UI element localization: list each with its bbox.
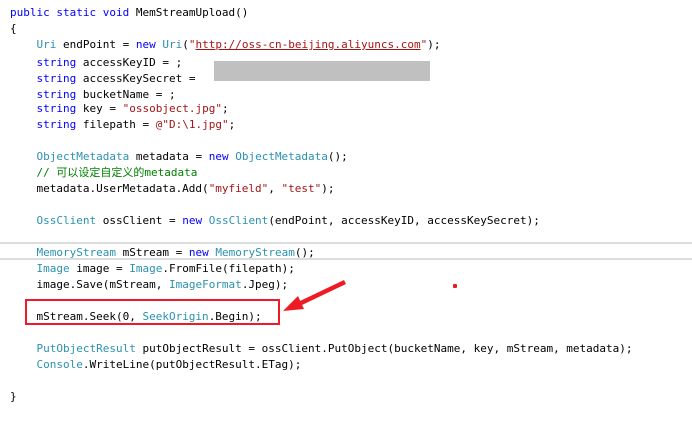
- code-token: image.Save(mStream,: [10, 278, 169, 291]
- code-token: [10, 88, 37, 101]
- red-highlight-box: [25, 299, 280, 325]
- code-token: [10, 72, 37, 85]
- code-token: [10, 38, 37, 51]
- code-token: accessKeySecret =: [76, 72, 202, 85]
- code-token: ;: [169, 88, 176, 101]
- code-token: new: [209, 150, 229, 163]
- code-token: Image: [129, 262, 162, 275]
- red-dot-marker: [453, 284, 457, 288]
- code-token: OssClient: [209, 214, 269, 227]
- code-token: ;: [222, 102, 229, 115]
- code-token: ImageFormat: [169, 278, 242, 291]
- code-token: OssClient: [37, 214, 97, 227]
- code-line[interactable]: OssClient ossClient = new OssClient(endP…: [10, 213, 633, 229]
- code-token: MemoryStream: [37, 246, 116, 259]
- code-line[interactable]: [10, 197, 633, 213]
- code-token: [10, 102, 37, 115]
- code-token: }: [10, 390, 17, 403]
- code-editor-viewport[interactable]: public static void MemStreamUpload(){ Ur…: [0, 0, 692, 423]
- code-token: Uri: [162, 38, 182, 51]
- code-line[interactable]: Console.WriteLine(putObjectResult.ETag);: [10, 357, 633, 373]
- code-token: ();: [328, 150, 348, 163]
- code-token: new: [182, 214, 202, 227]
- code-token: MemStreamUpload(): [129, 6, 248, 19]
- code-line[interactable]: string filepath = @"D:\1.jpg";: [10, 117, 633, 133]
- code-token: MemoryStream: [215, 246, 294, 259]
- code-line[interactable]: // 可以设定自定义的metadata: [10, 165, 633, 181]
- code-token: (endPoint, accessKeyID, accessKeySecret)…: [268, 214, 540, 227]
- code-line[interactable]: }: [10, 389, 633, 405]
- code-token: bucketName =: [76, 88, 169, 101]
- code-token: mStream =: [116, 246, 189, 259]
- code-token: [10, 214, 37, 227]
- code-token: [10, 150, 37, 163]
- code-token: PutObjectResult: [37, 342, 136, 355]
- redaction-box-secret: [214, 61, 430, 81]
- code-token: [10, 358, 37, 371]
- code-token: string: [37, 72, 77, 85]
- code-token: new: [136, 38, 156, 51]
- code-line[interactable]: [10, 373, 633, 389]
- code-token: [10, 246, 37, 259]
- code-line[interactable]: metadata.UserMetadata.Add("myfield", "te…: [10, 181, 633, 197]
- code-token: Image: [37, 262, 70, 275]
- code-line[interactable]: Image image = Image.FromFile(filepath);: [10, 261, 633, 277]
- code-token: http://oss-cn-beijing.aliyuncs.com: [195, 38, 420, 51]
- code-line[interactable]: PutObjectResult putObjectResult = ossCli…: [10, 341, 633, 357]
- code-token: endPoint =: [56, 38, 135, 51]
- code-token: image =: [70, 262, 130, 275]
- code-line[interactable]: MemoryStream mStream = new MemoryStream(…: [10, 245, 633, 261]
- code-line[interactable]: public static void MemStreamUpload(): [10, 5, 633, 21]
- code-line[interactable]: Uri endPoint = new Uri("http://oss-cn-be…: [10, 37, 633, 53]
- code-token: ObjectMetadata: [37, 150, 130, 163]
- code-token: metadata =: [129, 150, 208, 163]
- code-token: string: [37, 118, 77, 131]
- code-token: // 可以设定自定义的metadata: [37, 166, 198, 179]
- code-token: "ossobject.jpg": [123, 102, 222, 115]
- code-token: new: [189, 246, 209, 259]
- code-token: );: [321, 182, 334, 195]
- code-token: metadata.UserMetadata.Add(: [10, 182, 209, 195]
- code-token: ;: [176, 56, 183, 69]
- code-token: string: [37, 56, 77, 69]
- code-token: Uri: [37, 38, 57, 51]
- code-token: ;: [229, 118, 236, 131]
- code-token: ();: [295, 246, 315, 259]
- code-token: string: [37, 102, 77, 115]
- code-token: key =: [76, 102, 122, 115]
- code-token: .FromFile(filepath);: [162, 262, 294, 275]
- code-token: ,: [268, 182, 281, 195]
- code-token: (: [182, 38, 189, 51]
- code-token: accessKeyID =: [76, 56, 175, 69]
- code-token: [10, 56, 37, 69]
- code-token: [202, 214, 209, 227]
- code-line[interactable]: {: [10, 21, 633, 37]
- code-line[interactable]: [10, 229, 633, 245]
- code-token: [10, 166, 37, 179]
- code-token: Console: [37, 358, 83, 371]
- code-token: "myfield": [209, 182, 269, 195]
- code-token: ObjectMetadata: [235, 150, 328, 163]
- code-line[interactable]: [10, 325, 633, 341]
- code-token: public static void: [10, 6, 129, 19]
- code-line[interactable]: image.Save(mStream, ImageFormat.Jpeg);: [10, 277, 633, 293]
- code-line[interactable]: string bucketName = ;: [10, 85, 633, 101]
- code-token: "test": [282, 182, 322, 195]
- code-token: [10, 262, 37, 275]
- code-token: .Jpeg);: [242, 278, 288, 291]
- code-line[interactable]: string key = "ossobject.jpg";: [10, 101, 633, 117]
- code-token: ossClient =: [96, 214, 182, 227]
- code-line[interactable]: [10, 133, 633, 149]
- code-token: [10, 118, 37, 131]
- code-token: string: [37, 88, 77, 101]
- code-token: putObjectResult = ossClient.PutObject(bu…: [136, 342, 633, 355]
- code-token: );: [427, 38, 440, 51]
- code-token: {: [10, 22, 17, 35]
- code-token: @"D:\1.jpg": [156, 118, 229, 131]
- code-token: .WriteLine(putObjectResult.ETag);: [83, 358, 302, 371]
- code-token: filepath =: [76, 118, 155, 131]
- code-token: [10, 342, 37, 355]
- code-line[interactable]: ObjectMetadata metadata = new ObjectMeta…: [10, 149, 633, 165]
